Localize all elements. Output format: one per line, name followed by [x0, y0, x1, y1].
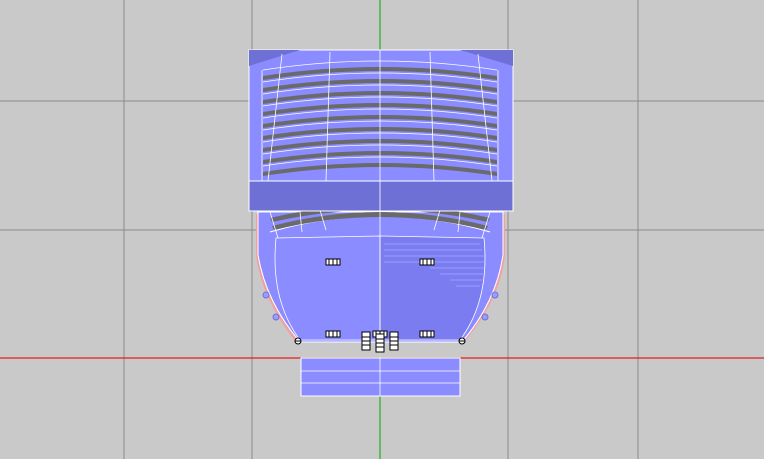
- side-light-icon[interactable]: [491, 291, 499, 299]
- speaker-icon[interactable]: [325, 330, 341, 338]
- stage-block[interactable]: [300, 357, 461, 397]
- floor-right[interactable]: [379, 235, 486, 341]
- model-mesh[interactable]: [248, 49, 514, 397]
- speaker-icon[interactable]: [419, 258, 435, 266]
- 3d-viewport[interactable]: [0, 0, 764, 459]
- gizmo-icon[interactable]: [458, 337, 466, 345]
- speaker-icon[interactable]: [325, 258, 341, 266]
- gizmo-icon[interactable]: [294, 337, 302, 345]
- speaker-icon[interactable]: [419, 330, 435, 338]
- balcony-fascia[interactable]: [248, 180, 514, 212]
- floor-left[interactable]: [274, 235, 381, 341]
- viewport-canvas[interactable]: [0, 0, 764, 459]
- side-light-icon[interactable]: [481, 313, 489, 321]
- side-light-icon[interactable]: [272, 313, 280, 321]
- fixture-icon[interactable]: [375, 333, 385, 353]
- fixture-icon[interactable]: [361, 331, 371, 351]
- side-light-icon[interactable]: [262, 291, 270, 299]
- fixture-icon[interactable]: [389, 331, 399, 351]
